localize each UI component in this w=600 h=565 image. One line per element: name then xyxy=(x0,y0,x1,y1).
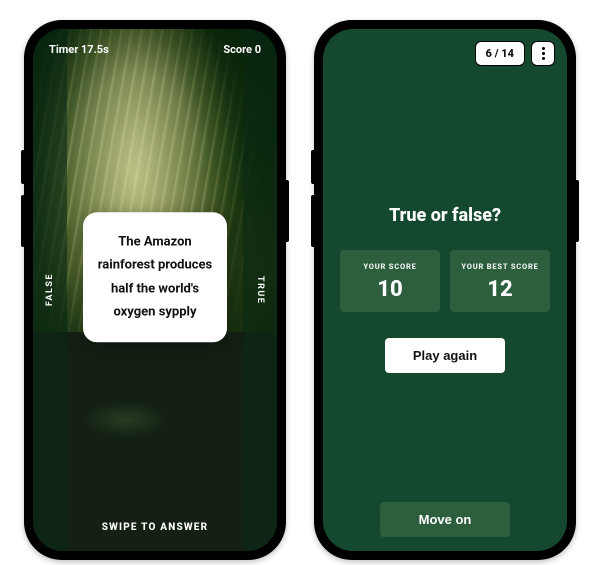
true-label: TRUE xyxy=(255,276,265,304)
results-top-bar: 6 / 14 xyxy=(475,41,555,66)
results-title: True or false? xyxy=(389,205,501,226)
score-text: Score 0 xyxy=(223,43,261,56)
swipe-target-true[interactable]: TRUE xyxy=(243,29,277,551)
progress-counter: 6 / 14 xyxy=(475,41,525,66)
false-label: FALSE xyxy=(45,273,55,306)
best-score-label: YOUR BEST SCORE xyxy=(456,262,544,271)
swipe-hint: SWIPE TO ANSWER xyxy=(33,522,277,533)
score-row: YOUR SCORE 10 YOUR BEST SCORE 12 xyxy=(340,250,550,312)
quiz-status-bar: Timer 17.5s Score 0 xyxy=(49,43,261,56)
best-score-box: YOUR BEST SCORE 12 xyxy=(450,250,550,312)
your-score-value: 10 xyxy=(346,277,434,302)
your-score-box: YOUR SCORE 10 xyxy=(340,250,440,312)
device-power-button xyxy=(286,180,289,242)
move-on-button[interactable]: Move on xyxy=(380,502,510,537)
question-text: The Amazon rainforest produces half the … xyxy=(98,234,212,319)
play-again-button[interactable]: Play again xyxy=(385,338,505,373)
kebab-menu-icon[interactable] xyxy=(531,41,555,66)
results-screen: 6 / 14 True or false? YOUR SCORE 10 YOUR… xyxy=(323,29,567,551)
quiz-screen: FALSE TRUE Timer 17.5s Score 0 The Amazo… xyxy=(33,29,277,551)
phone-mockup-quiz: FALSE TRUE Timer 17.5s Score 0 The Amazo… xyxy=(24,20,286,560)
your-score-label: YOUR SCORE xyxy=(346,262,434,271)
phone-mockup-results: 6 / 14 True or false? YOUR SCORE 10 YOUR… xyxy=(314,20,576,560)
swipe-target-false[interactable]: FALSE xyxy=(33,29,67,551)
question-card[interactable]: The Amazon rainforest produces half the … xyxy=(83,212,227,342)
best-score-value: 12 xyxy=(456,277,544,302)
timer-text: Timer 17.5s xyxy=(49,43,109,56)
device-power-button xyxy=(576,180,579,242)
